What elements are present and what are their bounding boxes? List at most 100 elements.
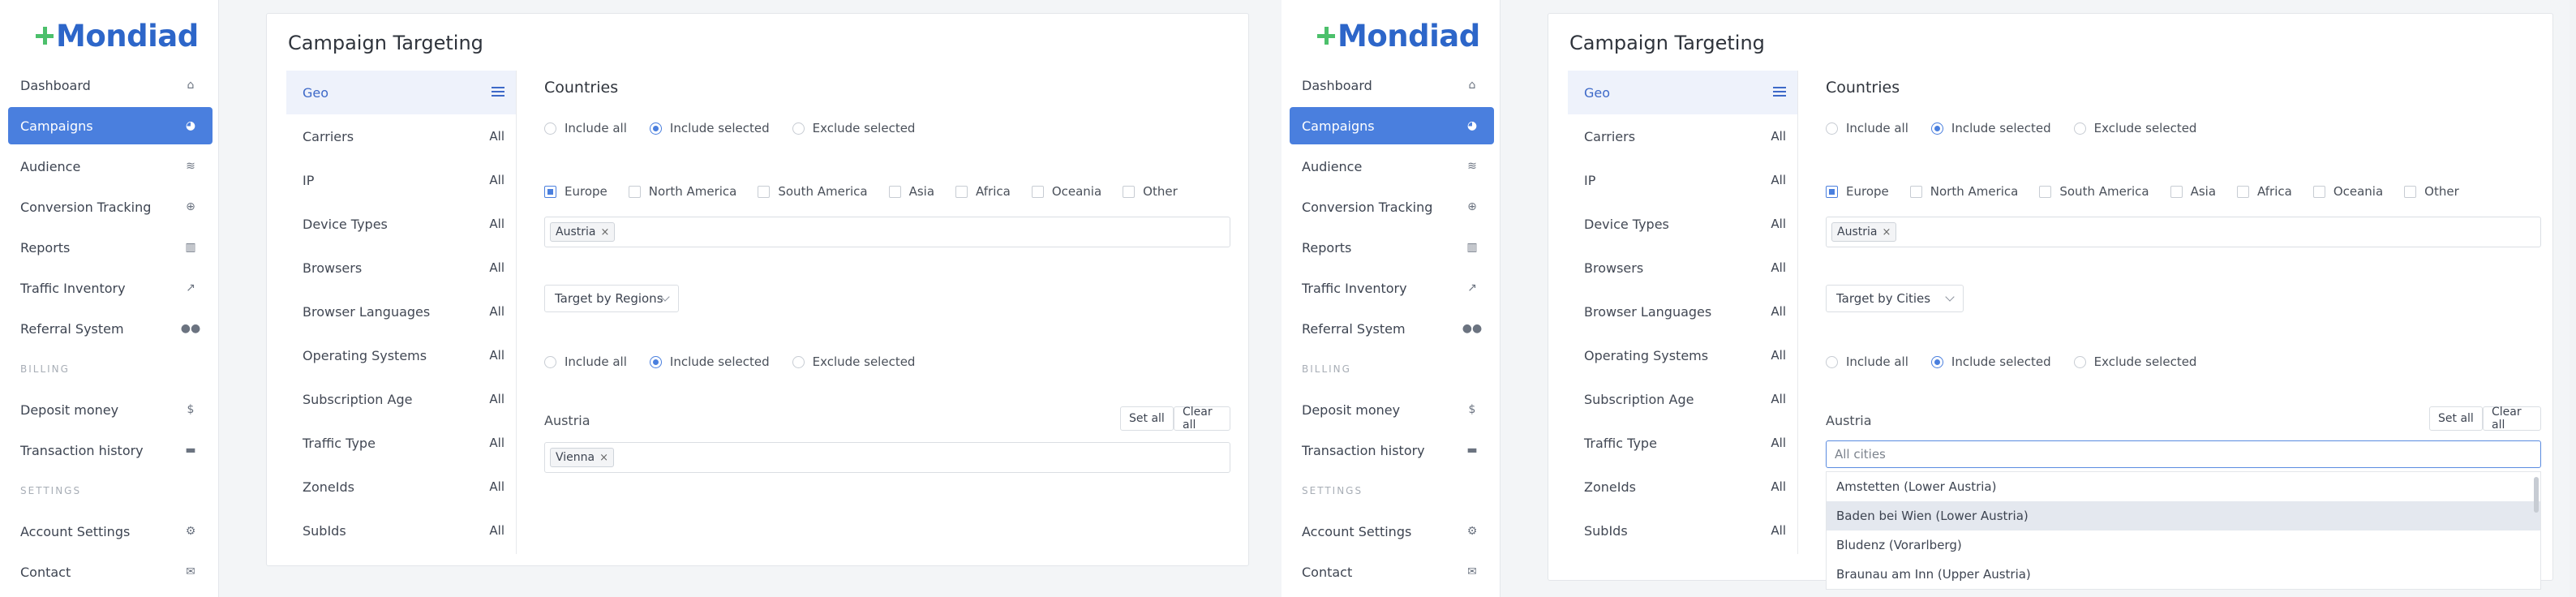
city-option[interactable]: Bludenz (Vorarlberg) bbox=[1827, 530, 2540, 560]
checkbox-asia[interactable] bbox=[888, 185, 901, 198]
tab-browser-languages[interactable]: Browser Languages All bbox=[1568, 290, 1797, 333]
remove-tag-icon[interactable]: × bbox=[1882, 226, 1891, 238]
nav-item-deposit-money[interactable]: Deposit money $ bbox=[8, 391, 213, 428]
nav-item-conversion-tracking[interactable]: Conversion Tracking ⊕ bbox=[1290, 188, 1494, 225]
checkbox-other[interactable] bbox=[2404, 185, 2417, 198]
nav-item-contact[interactable]: Contact ✉ bbox=[1290, 553, 1494, 591]
nav-item-conversion-tracking[interactable]: Conversion Tracking ⊕ bbox=[8, 188, 213, 225]
tab-device-types[interactable]: Device Types All bbox=[286, 202, 516, 246]
city-search-input[interactable]: All cities bbox=[1826, 440, 2541, 468]
nav-item-audience[interactable]: Audience ≋ bbox=[1290, 148, 1494, 185]
region-tag-input[interactable]: Vienna × bbox=[544, 442, 1230, 473]
nav-item-traffic-inventory[interactable]: Traffic Inventory ↗ bbox=[1290, 269, 1494, 307]
radio-exclude-selected[interactable] bbox=[2073, 355, 2086, 368]
checkbox-other[interactable] bbox=[1123, 185, 1136, 198]
nav-section-billing: BILLING bbox=[1302, 363, 1351, 375]
tab-label: IP bbox=[303, 172, 315, 188]
tab-zoneids[interactable]: ZoneIds All bbox=[1568, 465, 1797, 509]
nav-item-referral-system[interactable]: Referral System ●● bbox=[1290, 310, 1494, 347]
checkbox-south-america[interactable] bbox=[2039, 185, 2052, 198]
tab-label: Traffic Type bbox=[1584, 435, 1657, 451]
nav-label: Reports bbox=[1302, 239, 1352, 256]
tab-subids[interactable]: SubIds All bbox=[286, 509, 516, 552]
country-tag-input[interactable]: Austria × bbox=[1826, 217, 2541, 247]
city-option[interactable]: Amstetten (Lower Austria) bbox=[1827, 472, 2540, 501]
target-by-select[interactable]: Target by Cities bbox=[1826, 285, 1964, 312]
tab-geo[interactable]: Geo bbox=[1568, 71, 1797, 114]
nav-item-transaction-history[interactable]: Transaction history ▬ bbox=[8, 432, 213, 469]
logo[interactable]: Mondiad bbox=[1317, 15, 1480, 57]
tab-subids[interactable]: SubIds All bbox=[1568, 509, 1797, 552]
city-mode-radios: Include all Include selected Exclude sel… bbox=[1826, 354, 2219, 369]
radio-exclude-selected[interactable] bbox=[2073, 122, 2086, 135]
nav-item-reports[interactable]: Reports ▥ bbox=[1290, 229, 1494, 266]
checkbox-label: Other bbox=[1143, 184, 1178, 199]
nav-item-deposit-money[interactable]: Deposit money $ bbox=[1290, 391, 1494, 428]
tab-carriers[interactable]: Carriers All bbox=[286, 114, 516, 158]
set-all-button[interactable]: Set all bbox=[1120, 406, 1174, 431]
nav-label: Dashboard bbox=[20, 77, 91, 93]
tab-browsers[interactable]: Browsers All bbox=[286, 246, 516, 290]
checkbox-oceania[interactable] bbox=[1031, 185, 1044, 198]
nav-item-reports[interactable]: Reports ▥ bbox=[8, 229, 213, 266]
checkbox-africa[interactable] bbox=[2237, 185, 2250, 198]
city-option[interactable]: Braunau am Inn (Upper Austria) bbox=[1827, 560, 2540, 589]
nav-item-dashboard[interactable]: Dashboard ⌂ bbox=[1290, 67, 1494, 104]
nav-item-contact[interactable]: Contact ✉ bbox=[8, 553, 213, 591]
tab-geo[interactable]: Geo bbox=[286, 71, 516, 114]
radio-exclude-selected[interactable] bbox=[792, 355, 805, 368]
tab-subscription-age[interactable]: Subscription Age All bbox=[286, 377, 516, 421]
tab-carriers[interactable]: Carriers All bbox=[1568, 114, 1797, 158]
nav-item-traffic-inventory[interactable]: Traffic Inventory ↗ bbox=[8, 269, 213, 307]
radio-exclude-selected[interactable] bbox=[792, 122, 805, 135]
remove-tag-icon[interactable]: × bbox=[600, 226, 609, 238]
tab-operating-systems[interactable]: Operating Systems All bbox=[286, 333, 516, 377]
logo[interactable]: Mondiad bbox=[36, 15, 199, 57]
nav-item-campaigns[interactable]: Campaigns ◕ bbox=[1290, 107, 1494, 144]
checkbox-south-america[interactable] bbox=[758, 185, 771, 198]
radio-include-selected[interactable] bbox=[1930, 355, 1943, 368]
tab-operating-systems[interactable]: Operating Systems All bbox=[1568, 333, 1797, 377]
radio-include-all[interactable] bbox=[544, 355, 556, 368]
radio-include-selected[interactable] bbox=[649, 355, 662, 368]
nav-label: Deposit money bbox=[1302, 402, 1401, 418]
country-tag-input[interactable]: Austria × bbox=[544, 217, 1230, 247]
nav-item-referral-system[interactable]: Referral System ●● bbox=[8, 310, 213, 347]
checkbox-europe[interactable] bbox=[544, 185, 556, 198]
checkbox-oceania[interactable] bbox=[2312, 185, 2325, 198]
checkbox-north-america[interactable] bbox=[1909, 185, 1922, 198]
checkbox-africa[interactable] bbox=[955, 185, 968, 198]
tab-subscription-age[interactable]: Subscription Age All bbox=[1568, 377, 1797, 421]
tab-ip[interactable]: IP All bbox=[286, 158, 516, 202]
tab-browsers[interactable]: Browsers All bbox=[1568, 246, 1797, 290]
city-option-highlighted[interactable]: Baden bei Wien (Lower Austria) bbox=[1827, 501, 2540, 530]
tab-traffic-type[interactable]: Traffic Type All bbox=[286, 421, 516, 465]
radio-include-all[interactable] bbox=[544, 122, 556, 135]
radio-include-all[interactable] bbox=[1826, 355, 1838, 368]
tab-browser-languages[interactable]: Browser Languages All bbox=[286, 290, 516, 333]
tab-ip[interactable]: IP All bbox=[1568, 158, 1797, 202]
remove-tag-icon[interactable]: × bbox=[599, 452, 608, 464]
tab-traffic-type[interactable]: Traffic Type All bbox=[1568, 421, 1797, 465]
nav-item-dashboard[interactable]: Dashboard ⌂ bbox=[8, 67, 213, 104]
city-dropdown: Amstetten (Lower Austria) Baden bei Wien… bbox=[1826, 471, 2541, 590]
nav-item-transaction-history[interactable]: Transaction history ▬ bbox=[1290, 432, 1494, 469]
nav-item-account-settings[interactable]: Account Settings ⚙ bbox=[8, 513, 213, 550]
radio-include-selected[interactable] bbox=[1930, 122, 1943, 135]
radio-include-selected[interactable] bbox=[649, 122, 662, 135]
tab-device-types[interactable]: Device Types All bbox=[1568, 202, 1797, 246]
clear-all-button[interactable]: Clear all bbox=[1174, 406, 1230, 432]
nav-menu: Dashboard ⌂ Campaigns ◕ Audience ≋ Conversi… bbox=[1290, 67, 1494, 594]
set-all-button[interactable]: Set all bbox=[2429, 406, 2483, 431]
nav-item-audience[interactable]: Audience ≋ bbox=[8, 148, 213, 185]
radio-include-all[interactable] bbox=[1826, 122, 1838, 135]
checkbox-europe[interactable] bbox=[1826, 185, 1838, 198]
nav-item-account-settings[interactable]: Account Settings ⚙ bbox=[1290, 513, 1494, 550]
nav-item-campaigns[interactable]: Campaigns ◕ bbox=[8, 107, 213, 144]
checkbox-north-america[interactable] bbox=[628, 185, 641, 198]
target-by-select[interactable]: Target by Regions bbox=[544, 285, 679, 312]
checkbox-asia[interactable] bbox=[2170, 185, 2183, 198]
dropdown-scrollbar[interactable] bbox=[2534, 477, 2539, 513]
tab-zoneids[interactable]: ZoneIds All bbox=[286, 465, 516, 509]
clear-all-button[interactable]: Clear all bbox=[2483, 406, 2541, 432]
